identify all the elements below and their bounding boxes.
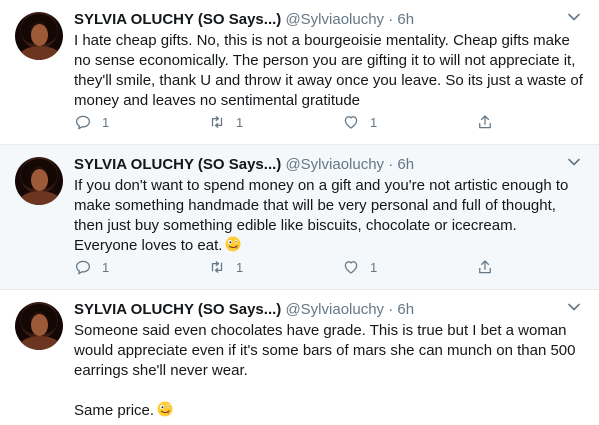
user-handle[interactable]: @Sylviaoluchy <box>285 301 384 318</box>
tweet-paragraph: If you don't want to spend money on a gi… <box>74 176 584 256</box>
user-handle[interactable]: @Sylviaoluchy <box>285 156 384 173</box>
tweet-text: I hate cheap gifts. No, this is not a bo… <box>74 31 584 111</box>
timestamp[interactable]: 6h <box>397 301 414 318</box>
tweet[interactable]: SYLVIA OLUCHY (SO Says...) @Sylviaoluchy… <box>0 145 599 290</box>
retweet-icon <box>211 261 223 273</box>
like-button[interactable]: 1 <box>342 257 377 277</box>
tweet-header: SYLVIA OLUCHY (SO Says...) @Sylviaoluchy… <box>74 10 583 30</box>
reply-icon <box>75 115 91 130</box>
retweet-count: 1 <box>236 259 244 275</box>
separator-dot: · <box>388 301 394 318</box>
share-icon <box>479 115 491 129</box>
tweet-actions: 1 1 1 <box>74 257 504 277</box>
reply-count: 1 <box>102 259 110 275</box>
tweet[interactable]: SYLVIA OLUCHY (SO Says...) @Sylviaoluchy… <box>0 0 599 145</box>
zany-face-emoji <box>157 401 173 417</box>
display-name[interactable]: SYLVIA OLUCHY (SO Says...) <box>74 301 281 318</box>
tweet-paragraph: I hate cheap gifts. No, this is not a bo… <box>74 32 583 109</box>
like-button[interactable]: 1 <box>342 112 377 132</box>
timestamp[interactable]: 6h <box>397 156 414 173</box>
reply-count: 1 <box>102 114 110 130</box>
chevron-down-icon[interactable] <box>567 10 581 24</box>
reply-button[interactable]: 1 <box>74 257 109 277</box>
tweet-header: SYLVIA OLUCHY (SO Says...) @Sylviaoluchy… <box>74 300 583 320</box>
reply-icon <box>75 260 91 275</box>
share-button[interactable] <box>476 257 494 277</box>
chevron-down-icon[interactable] <box>567 155 581 169</box>
share-button[interactable] <box>476 112 494 132</box>
share-icon <box>479 260 491 274</box>
tweet-header: SYLVIA OLUCHY (SO Says...) @Sylviaoluchy… <box>74 155 583 175</box>
tweet-paragraph: Same price. <box>74 401 584 421</box>
tweet-paragraph-text: If you don't want to spend money on a gi… <box>74 177 569 254</box>
zany-face-emoji <box>225 236 241 252</box>
user-handle[interactable]: @Sylviaoluchy <box>285 11 384 28</box>
like-count: 1 <box>370 259 378 275</box>
tweet-paragraph-text: Same price. <box>74 402 155 419</box>
avatar[interactable] <box>15 12 63 60</box>
like-count: 1 <box>370 114 378 130</box>
reply-button[interactable]: 1 <box>74 112 109 132</box>
avatar[interactable] <box>15 302 63 350</box>
separator-dot: · <box>388 11 394 28</box>
timestamp[interactable]: 6h <box>397 11 414 28</box>
tweet[interactable]: SYLVIA OLUCHY (SO Says...) @Sylviaoluchy… <box>0 290 599 425</box>
tweet-text: Someone said even chocolates have grade.… <box>74 321 584 421</box>
avatar[interactable] <box>15 157 63 205</box>
tweet-actions: 1 1 1 <box>74 112 504 132</box>
display-name[interactable]: SYLVIA OLUCHY (SO Says...) <box>74 156 281 173</box>
retweet-icon <box>211 116 223 128</box>
chevron-down-icon[interactable] <box>567 300 581 314</box>
retweet-button[interactable]: 1 <box>208 257 243 277</box>
retweet-button[interactable]: 1 <box>208 112 243 132</box>
tweet-paragraph: Someone said even chocolates have grade.… <box>74 322 576 379</box>
tweet-text: If you don't want to spend money on a gi… <box>74 176 584 256</box>
retweet-count: 1 <box>236 114 244 130</box>
heart-icon <box>344 261 358 274</box>
heart-icon <box>344 116 358 129</box>
display-name[interactable]: SYLVIA OLUCHY (SO Says...) <box>74 11 281 28</box>
separator-dot: · <box>388 156 394 173</box>
